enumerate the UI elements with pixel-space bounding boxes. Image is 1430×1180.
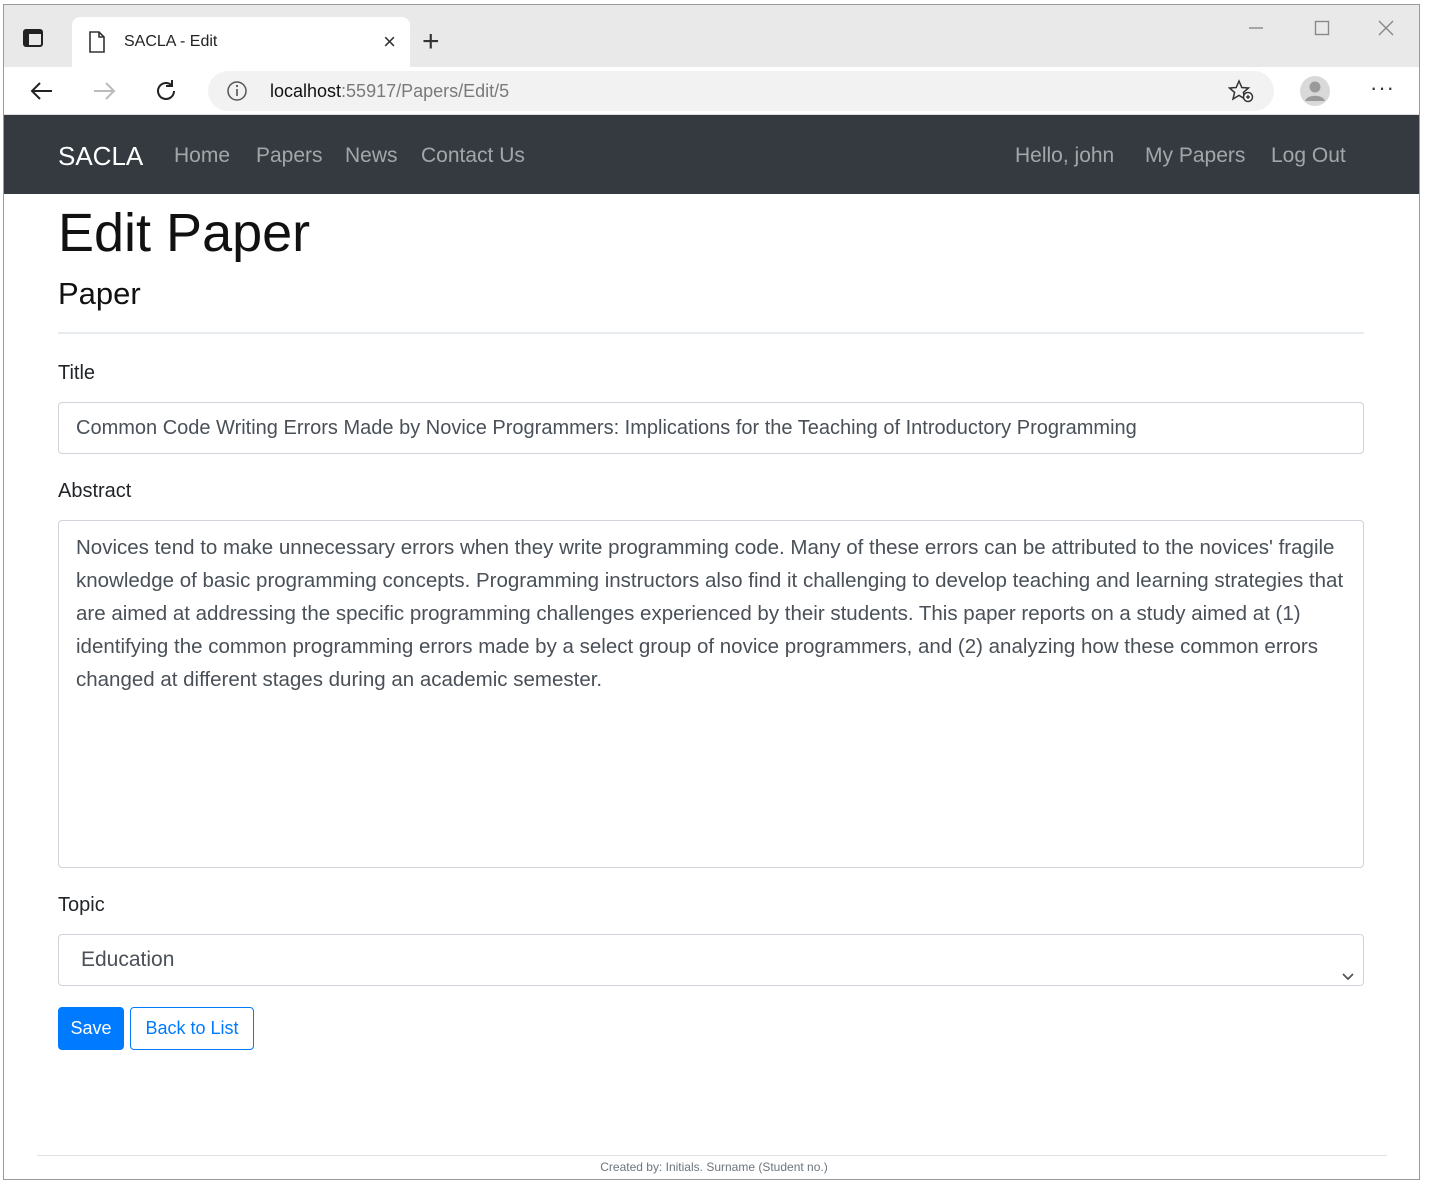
tab-close-icon[interactable]: × — [383, 29, 396, 55]
chevron-down-icon — [1341, 952, 1355, 1002]
new-tab-icon[interactable]: + — [422, 27, 440, 57]
site-navbar: SACLA Home Papers News Contact Us Hello,… — [4, 115, 1419, 194]
section-title: Paper — [58, 276, 141, 311]
nav-link-home[interactable]: Home — [174, 144, 230, 168]
favorites-icon[interactable] — [1227, 79, 1254, 108]
topic-label: Topic — [58, 894, 105, 916]
brand-link[interactable]: SACLA — [58, 141, 143, 172]
topic-select[interactable]: Education — [58, 934, 1364, 986]
page-icon — [88, 31, 106, 58]
abstract-label: Abstract — [58, 480, 132, 502]
page-title: Edit Paper — [58, 203, 311, 263]
url-text: localhost:55917/Papers/Edit/5 — [270, 81, 509, 102]
address-bar[interactable]: localhost:55917/Papers/Edit/5 — [208, 71, 1274, 111]
tab-title: SACLA - Edit — [124, 33, 218, 50]
footer-divider — [37, 1155, 1387, 1156]
more-icon[interactable]: ··· — [1370, 75, 1395, 101]
abstract-textarea[interactable]: Novices tend to make unnecessary errors … — [58, 520, 1364, 868]
tab-sacla-edit[interactable]: SACLA - Edit × — [72, 17, 410, 67]
title-input[interactable]: Common Code Writing Errors Made by Novic… — [58, 402, 1364, 454]
browser-window: SACLA - Edit × + localhost:55917/Papers/… — [3, 4, 1420, 1180]
tab-actions-icon[interactable] — [22, 27, 50, 55]
url-path: :55917/Papers/Edit/5 — [341, 81, 510, 101]
title-label: Title — [58, 362, 96, 384]
tab-strip: SACLA - Edit × + — [4, 5, 1419, 67]
nav-link-news[interactable]: News — [345, 144, 398, 168]
minimize-icon[interactable] — [1248, 19, 1264, 42]
save-button[interactable]: Save — [58, 1007, 124, 1050]
divider — [58, 332, 1364, 334]
close-window-icon[interactable] — [1378, 19, 1394, 42]
nav-link-greeting[interactable]: Hello, john — [1015, 144, 1114, 168]
url-host: localhost — [270, 81, 342, 101]
nav-link-contact[interactable]: Contact Us — [421, 144, 525, 168]
maximize-icon[interactable] — [1314, 19, 1330, 42]
nav-link-logout[interactable]: Log Out — [1271, 144, 1346, 168]
footer-text: Created by: Initials. Surname (Student n… — [600, 1160, 828, 1174]
back-to-list-button[interactable]: Back to List — [130, 1007, 254, 1050]
back-arrow-icon[interactable] — [28, 77, 56, 105]
nav-link-my-papers[interactable]: My Papers — [1145, 144, 1245, 168]
info-icon[interactable] — [226, 80, 248, 107]
profile-icon[interactable] — [1299, 75, 1331, 112]
topic-selected-value: Education — [81, 948, 175, 971]
reload-icon[interactable] — [152, 77, 180, 105]
browser-toolbar: localhost:55917/Papers/Edit/5 ··· — [4, 67, 1419, 115]
nav-link-papers[interactable]: Papers — [256, 144, 323, 168]
forward-arrow-icon[interactable] — [90, 77, 118, 105]
